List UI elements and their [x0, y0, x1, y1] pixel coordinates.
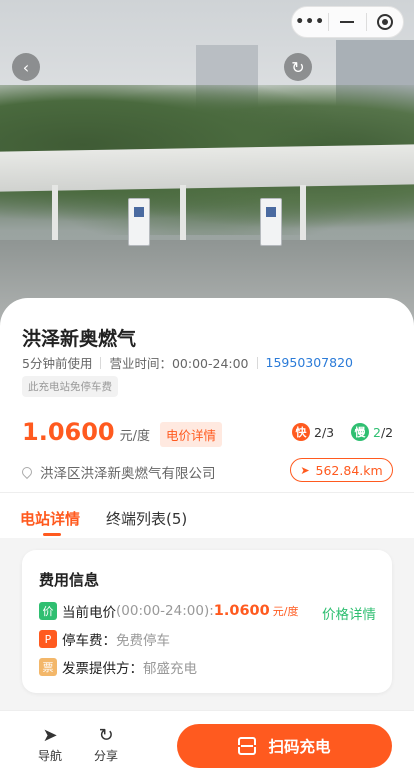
target-close-icon: [376, 14, 393, 30]
parking-icon: P: [39, 630, 57, 648]
parking-fee-row: P 停车费： 免费停车: [39, 629, 170, 649]
minimize-icon: [340, 21, 355, 23]
current-price-row: 价 当前电价 (00:00-24:00): 1.0600 元/度: [39, 601, 298, 621]
meta-divider: [256, 356, 258, 369]
station-photo: [0, 0, 414, 330]
share-button[interactable]: ↻ 分享: [86, 725, 126, 764]
parking-value: 免费停车: [116, 633, 170, 649]
station-card: 洪泽新奥燃气 5分钟前使用 营业时间：00:00-24:00 159503078…: [0, 298, 414, 710]
current-price-unit: 元/度: [272, 605, 299, 618]
fee-section: 费用信息 价 当前电价 (00:00-24:00): 1.0600 元/度 价格…: [0, 538, 414, 710]
photo-canopy: [0, 144, 414, 192]
slow-available: 2: [373, 424, 381, 440]
phone-link[interactable]: 15950307820: [266, 355, 353, 370]
fast-charge-icon: 快: [292, 423, 310, 441]
station-meta: 5分钟前使用 营业时间：00:00-24:00 15950307820: [22, 353, 353, 372]
share-icon: ↻: [98, 725, 114, 746]
price-detail-button[interactable]: 电价详情: [160, 422, 223, 447]
navigate-label: 导航: [37, 749, 62, 763]
station-name: 洪泽新奥燃气: [22, 328, 137, 350]
current-price-value: 1.0600: [213, 603, 270, 619]
current-price-label: 当前电价: [62, 605, 116, 621]
photo-charger: [260, 198, 282, 246]
close-button[interactable]: [367, 7, 403, 37]
fee-title: 费用信息: [39, 571, 100, 589]
price-unit: 元/度: [119, 429, 151, 444]
fast-charger-count: 快 2/3: [292, 423, 334, 441]
tabs-divider: [0, 492, 414, 493]
scan-to-charge-button[interactable]: 扫码充电: [177, 724, 392, 768]
back-button[interactable]: ‹: [12, 53, 40, 81]
free-parking-tag: 此充电站免停车费: [22, 376, 118, 397]
tab-terminal-list[interactable]: 终端列表(5): [106, 508, 187, 529]
navigation-arrow-icon: ➤: [300, 463, 310, 477]
current-price-period: (00:00-24:00):: [116, 603, 214, 619]
minimize-button[interactable]: [329, 7, 365, 37]
photo-pole: [52, 185, 58, 245]
refresh-icon: ↻: [291, 57, 305, 77]
scan-label: 扫码充电: [268, 738, 331, 756]
bottom-action-bar: ➤ 导航 ↻ 分享 扫码充电: [0, 710, 414, 780]
slow-charger-count: 慢 2/2: [351, 423, 393, 441]
slow-total: /2: [380, 424, 394, 440]
price-detail-link[interactable]: 价格详情: [322, 603, 376, 623]
navigation-arrow-icon: ➤: [42, 725, 58, 746]
share-label: 分享: [93, 749, 118, 763]
photo-pole: [180, 185, 186, 245]
distance-navigate-button[interactable]: ➤ 562.84.km: [290, 458, 393, 482]
price-row: 1.0600 元/度 电价详情: [22, 418, 223, 447]
fee-info-card: 费用信息 价 当前电价 (00:00-24:00): 1.0600 元/度 价格…: [22, 550, 392, 693]
fast-count: 2/3: [314, 424, 335, 440]
refresh-button[interactable]: ↻: [284, 53, 312, 81]
invoice-value: 郁盛充电: [143, 661, 197, 677]
meta-divider: [100, 356, 102, 369]
address-text: 洪泽区洪泽新奥燃气有限公司: [40, 466, 216, 482]
price-value: 1.0600: [22, 418, 115, 446]
invoice-label: 发票提供方：: [62, 661, 143, 677]
back-chevron-icon: ‹: [22, 57, 30, 77]
invoice-icon: 票: [39, 658, 57, 676]
business-hours: 营业时间：00:00-24:00: [109, 356, 249, 371]
price-tag-icon: 价: [39, 602, 57, 620]
last-used-text: 5分钟前使用: [22, 356, 93, 371]
photo-pole: [300, 185, 306, 245]
slow-charge-icon: 慢: [351, 423, 369, 441]
slow-count: 2/2: [373, 425, 393, 440]
location-pin-icon: [19, 464, 35, 480]
navigate-button[interactable]: ➤ 导航: [30, 725, 70, 764]
more-dots-icon: •••: [295, 14, 326, 30]
miniprogram-capsule: •••: [291, 6, 404, 38]
parking-label: 停车费：: [62, 633, 116, 649]
invoice-row: 票 发票提供方： 郁盛充电: [39, 657, 197, 677]
tab-station-details[interactable]: 电站详情: [20, 508, 80, 529]
more-button[interactable]: •••: [292, 7, 328, 37]
distance-text: 562.84.km: [315, 462, 383, 478]
scan-icon: [236, 737, 259, 755]
active-tab-indicator: [43, 533, 61, 536]
station-address: 洪泽区洪泽新奥燃气有限公司: [19, 462, 216, 482]
photo-charger: [128, 198, 150, 246]
